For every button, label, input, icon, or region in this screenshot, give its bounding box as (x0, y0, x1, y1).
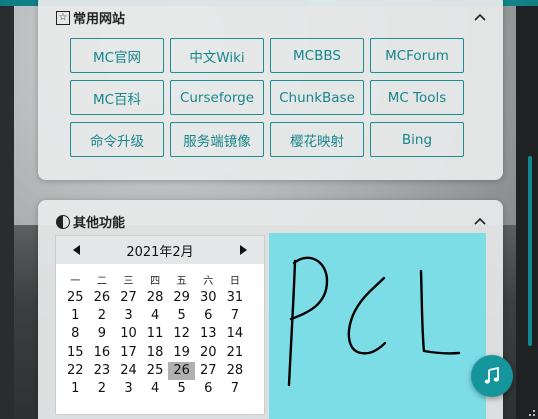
site-link-button[interactable]: MCBBS (270, 38, 364, 73)
calendar-day[interactable]: 29 (168, 289, 195, 307)
calendar-day[interactable]: 21 (222, 344, 249, 362)
music-note-icon (484, 367, 499, 384)
calendar-day[interactable]: 27 (195, 362, 222, 380)
scrollbar[interactable] (528, 156, 532, 346)
other-features-card: 其他功能 2021年2月 一二三四五六日 25 26 27 28 29 30 31 1 2 3 4 5… (38, 200, 503, 419)
calendar-day[interactable]: 22 (62, 362, 89, 380)
calendar-day[interactable]: 28 (142, 289, 169, 307)
common-sites-title: 常用网站 (73, 12, 126, 27)
site-links-grid: MC官网 中文Wiki MCBBS MCForum MC百科 Curseforg… (70, 38, 466, 157)
site-link-button[interactable]: 樱花映射 (270, 122, 364, 157)
calendar-day[interactable]: 7 (222, 307, 249, 325)
chevron-up-icon (474, 217, 486, 225)
calendar-day[interactable]: 28 (222, 362, 249, 380)
calendar-weekday: 二 (96, 276, 107, 287)
site-link-button[interactable]: Curseforge (170, 80, 264, 115)
calendar-day[interactable]: 3 (115, 307, 142, 325)
calendar-day[interactable]: 23 (89, 362, 116, 380)
calendar-day[interactable]: 25 (62, 289, 89, 307)
site-link-button[interactable]: MC百科 (70, 80, 164, 115)
calendar-day[interactable]: 30 (195, 289, 222, 307)
site-link-button[interactable]: 中文Wiki (170, 38, 264, 73)
calendar-day[interactable]: 25 (142, 362, 169, 380)
chevron-up-icon (474, 13, 486, 21)
previous-month-button[interactable] (70, 244, 82, 256)
calendar-day[interactable]: 13 (195, 325, 222, 343)
common-sites-header[interactable]: ☆ 常用网站 (56, 8, 125, 27)
handwritten-pcl (287, 256, 461, 387)
collapse-common-sites-button[interactable] (473, 10, 487, 24)
calendar-day[interactable]: 2 (89, 307, 116, 325)
site-link-button[interactable]: MC Tools (370, 80, 464, 115)
calendar-day[interactable]: 1 (62, 380, 89, 398)
site-link-button[interactable]: 命令升级 (70, 122, 164, 157)
calendar-day[interactable]: 18 (142, 344, 169, 362)
calendar-day[interactable]: 24 (115, 362, 142, 380)
triangle-right-icon (240, 245, 248, 255)
site-link-button[interactable]: MC官网 (70, 38, 164, 73)
calendar-weekday: 四 (150, 276, 161, 287)
background-left-edge (0, 6, 14, 419)
other-features-title: 其他功能 (73, 216, 126, 231)
calendar-weekday: 六 (203, 276, 214, 287)
calendar-day[interactable]: 14 (222, 325, 249, 343)
calendar-day[interactable]: 31 (222, 289, 249, 307)
calendar-weekday: 三 (123, 276, 134, 287)
calendar-day[interactable]: 1 (62, 307, 89, 325)
calendar-day[interactable]: 17 (115, 344, 142, 362)
collapse-other-features-button[interactable] (473, 214, 487, 228)
calendar-header: 2021年2月 (56, 236, 264, 264)
calendar-day[interactable]: 27 (115, 289, 142, 307)
calendar-day[interactable]: 6 (195, 380, 222, 398)
site-link-button[interactable]: 服务端镜像 (170, 122, 264, 157)
half-circle-icon (56, 214, 70, 229)
star-box-icon: ☆ (56, 10, 70, 25)
calendar: 2021年2月 一二三四五六日 25 26 27 28 29 30 31 1 2 3 4 5 6 7 8 9 1… (55, 235, 265, 415)
next-month-button[interactable] (238, 244, 250, 256)
calendar-days-grid: 25 26 27 28 29 30 31 1 2 3 4 5 6 7 8 9 10 11 12 13 14 15 16 17 1… (56, 289, 264, 398)
calendar-day[interactable]: 16 (89, 344, 116, 362)
calendar-day[interactable]: 11 (142, 325, 169, 343)
calendar-day[interactable]: 9 (89, 325, 116, 343)
calendar-weekday: 日 (229, 276, 240, 287)
resize-grip-icon[interactable] (524, 405, 536, 417)
site-link-button[interactable]: MCForum (370, 38, 464, 73)
calendar-day-selected[interactable]: 26 (168, 361, 195, 380)
calendar-day[interactable]: 10 (115, 325, 142, 343)
site-link-button[interactable]: ChunkBase (270, 80, 364, 115)
other-features-header[interactable]: 其他功能 (56, 212, 125, 231)
pcl-drawing-image (269, 233, 486, 419)
calendar-day[interactable]: 26 (89, 289, 116, 307)
common-sites-card: ☆ 常用网站 MC官网 中文Wiki MCBBS MCForum MC百科 Cu… (38, 0, 503, 180)
calendar-weekday: 一 (70, 276, 81, 287)
calendar-weekdays: 一二三四五六日 (56, 272, 264, 287)
calendar-day[interactable]: 3 (115, 380, 142, 398)
calendar-weekday: 五 (176, 276, 187, 287)
calendar-day[interactable]: 20 (195, 344, 222, 362)
calendar-day[interactable]: 4 (142, 307, 169, 325)
calendar-day[interactable]: 12 (168, 325, 195, 343)
triangle-left-icon (72, 245, 80, 255)
site-link-button[interactable]: Bing (370, 122, 464, 157)
music-button[interactable] (471, 355, 513, 397)
calendar-day[interactable]: 19 (168, 344, 195, 362)
calendar-day[interactable]: 8 (62, 325, 89, 343)
calendar-day[interactable]: 15 (62, 344, 89, 362)
calendar-day[interactable]: 5 (168, 380, 195, 398)
calendar-day[interactable]: 5 (168, 307, 195, 325)
background-right-edge (516, 6, 538, 419)
calendar-day[interactable]: 2 (89, 380, 116, 398)
calendar-day[interactable]: 7 (222, 380, 249, 398)
calendar-month-title: 2021年2月 (126, 244, 194, 260)
calendar-day[interactable]: 4 (142, 380, 169, 398)
calendar-day[interactable]: 6 (195, 307, 222, 325)
